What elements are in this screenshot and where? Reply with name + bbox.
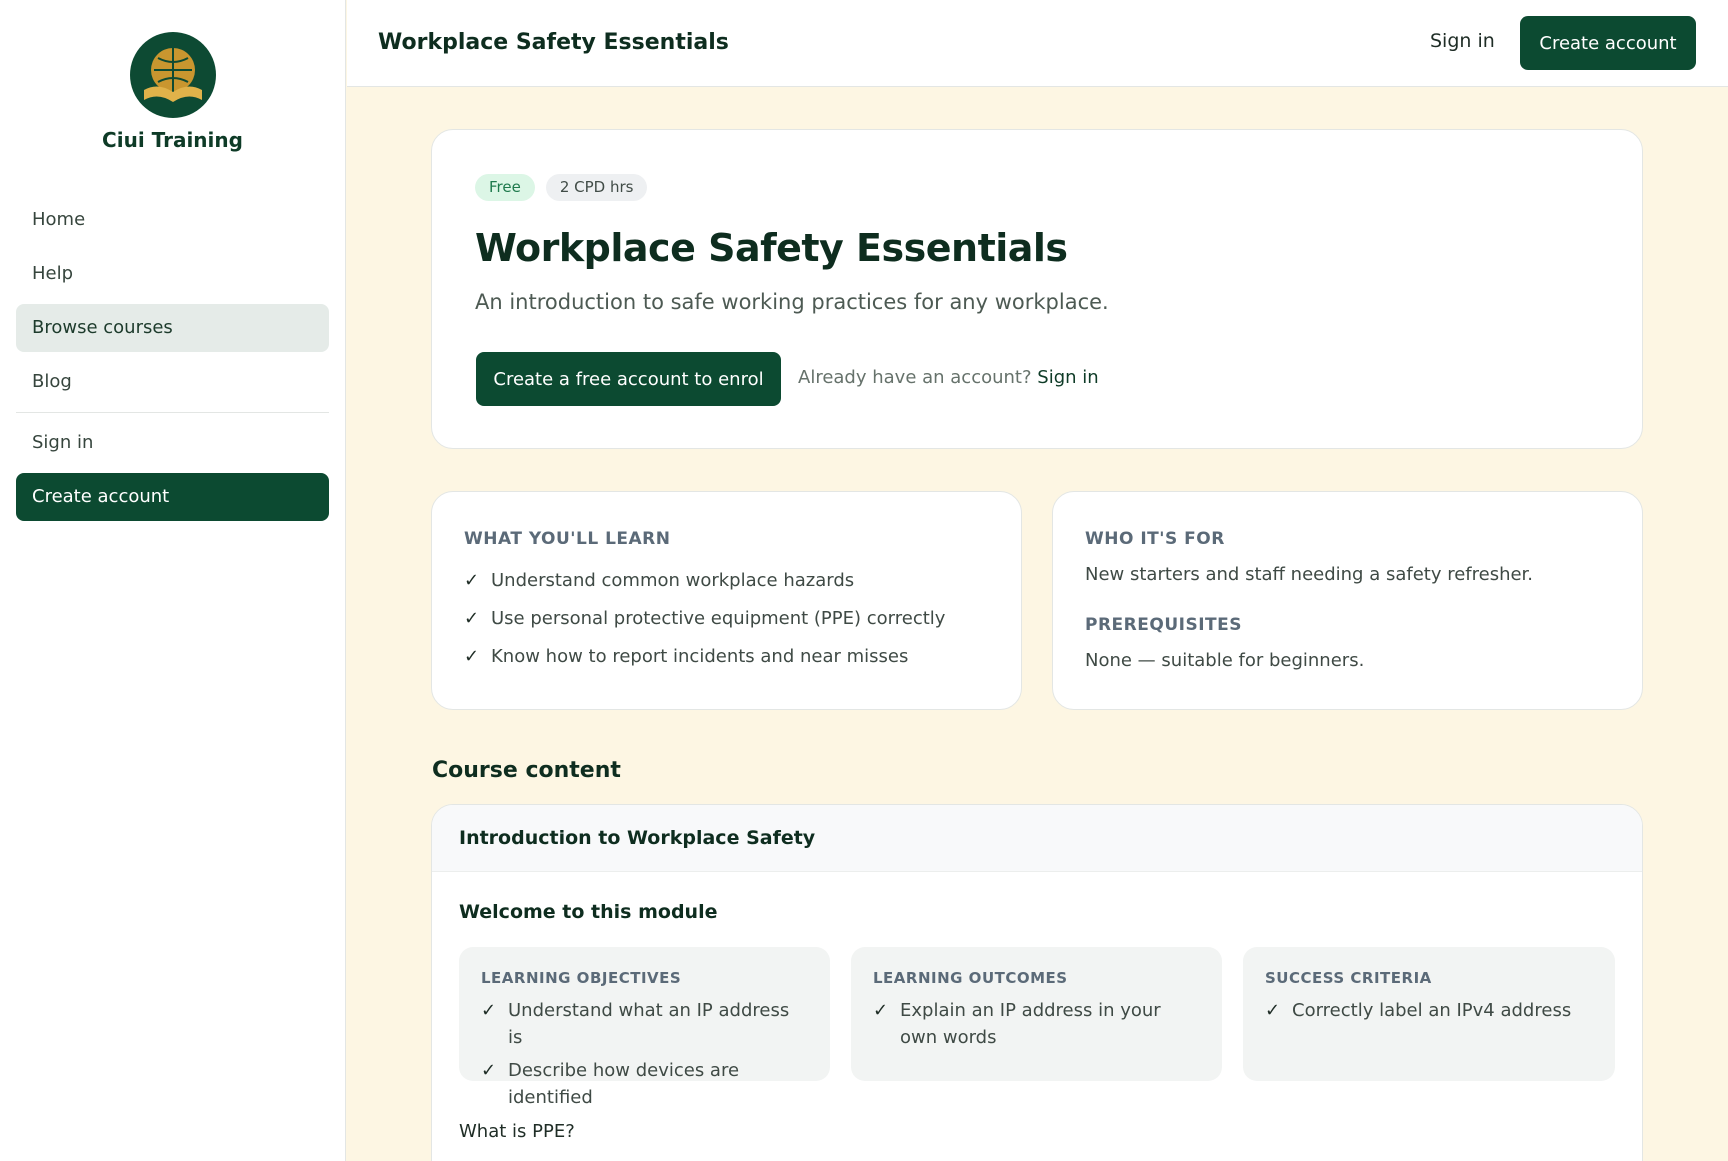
list-item: ✓ Explain an IP address in your own words <box>873 997 1200 1051</box>
list-item-text: Explain an IP address in your own words <box>900 1000 1161 1048</box>
sidebar-item-blog[interactable]: Blog <box>16 358 329 406</box>
already-account-label: Already have an account? <box>798 367 1032 388</box>
badges: Free 2 CPD hrs <box>475 174 648 201</box>
learning-outcomes-box: LEARNING OUTCOMES ✓ Explain an IP address… <box>851 947 1222 1081</box>
ppe-lesson-heading: What is PPE? <box>459 1121 575 1142</box>
nav-divider <box>16 412 329 413</box>
list-item-text: Describe how devices are identified <box>508 1060 740 1108</box>
already-account-text: Already have an account? Sign in <box>798 367 1099 388</box>
section-label: SUCCESS CRITERIA <box>1265 969 1432 987</box>
enrol-button[interactable]: Create a free account to enrol <box>476 352 781 406</box>
course-hero-card: Free 2 CPD hrs Workplace Safety Essentia… <box>431 129 1643 449</box>
globe-book-logo-icon <box>129 32 216 118</box>
list-item-text: Understand what an IP address is <box>508 1000 790 1048</box>
module-card: Introduction to Workplace Safety Welcome… <box>431 804 1643 1161</box>
list-item-text: Understand common workplace hazards <box>491 570 855 591</box>
sidebar-item-browse-courses[interactable]: Browse courses <box>16 304 329 352</box>
course-subtitle: An introduction to safe working practice… <box>475 290 1109 314</box>
list-item: ✓ Understand what an IP address is <box>481 997 808 1051</box>
prerequisites-text: None — suitable for beginners. <box>1085 650 1365 671</box>
list-item-text: Correctly label an IPv4 address <box>1292 1000 1572 1021</box>
list-item: ✓ Know how to report incidents and near m… <box>464 644 945 682</box>
learning-objectives-box: LEARNING OBJECTIVES ✓ Understand what an … <box>459 947 830 1108</box>
list-item-text: Know how to report incidents and near mi… <box>491 646 909 667</box>
module-header[interactable]: Introduction to Workplace Safety <box>432 805 1642 872</box>
cpd-hours-badge: 2 CPD hrs <box>545 174 648 201</box>
check-icon: ✓ <box>481 1060 497 1081</box>
what-youll-learn-card: WHAT YOU'LL LEARN ✓ Understand common wor… <box>431 491 1022 710</box>
check-icon: ✓ <box>481 1000 497 1021</box>
section-label: LEARNING OUTCOMES <box>873 969 1068 987</box>
learn-list: ✓ Understand common workplace hazards ✓ Us… <box>464 568 945 682</box>
course-content-heading: Course content <box>432 758 621 783</box>
hero-sign-in-link[interactable]: Sign in <box>1037 367 1098 388</box>
section-label: WHAT YOU'LL LEARN <box>464 529 671 549</box>
section-label: PREREQUISITES <box>1085 615 1242 635</box>
check-icon: ✓ <box>464 646 480 667</box>
list-item-text: Use personal protective equipment (PPE) … <box>491 608 946 629</box>
check-icon: ✓ <box>1265 1000 1281 1021</box>
section-label: WHO IT'S FOR <box>1085 529 1225 549</box>
sidebar-item-help[interactable]: Help <box>16 250 329 298</box>
brand[interactable]: Ciui Training <box>0 0 345 152</box>
sidebar-item-home[interactable]: Home <box>16 196 329 244</box>
brand-name: Ciui Training <box>102 128 243 152</box>
header-sign-in-link[interactable]: Sign in <box>1430 30 1495 52</box>
sidebar-nav: Home Help Browse courses Blog Sign in Cr… <box>16 196 329 527</box>
check-icon: ✓ <box>464 570 480 591</box>
course-title: Workplace Safety Essentials <box>475 226 1068 270</box>
free-badge: Free <box>475 174 535 201</box>
list-item: ✓ Correctly label an IPv4 address <box>1265 997 1593 1024</box>
header-create-account-button[interactable]: Create account <box>1520 16 1696 70</box>
audience-text: New starters and staff needing a safety … <box>1085 564 1534 585</box>
check-icon: ✓ <box>464 608 480 629</box>
success-criteria-box: SUCCESS CRITERIA ✓ Correctly label an IPv… <box>1243 947 1615 1081</box>
sidebar: Ciui Training Home Help Browse courses B… <box>0 0 346 1161</box>
sidebar-item-sign-in[interactable]: Sign in <box>16 419 329 467</box>
check-icon: ✓ <box>873 1000 889 1021</box>
list-item: ✓ Use personal protective equipment (PPE)… <box>464 606 945 644</box>
list-item: ✓ Describe how devices are identified <box>481 1057 808 1111</box>
who-its-for-card: WHO IT'S FOR New starters and staff need… <box>1052 491 1643 710</box>
top-header: Workplace Safety Essentials Sign in Crea… <box>347 0 1728 87</box>
page-title: Workplace Safety Essentials <box>378 30 729 55</box>
module-welcome-heading: Welcome to this module <box>459 901 718 923</box>
sidebar-item-create-account[interactable]: Create account <box>16 473 329 521</box>
list-item: ✓ Understand common workplace hazards <box>464 568 945 606</box>
section-label: LEARNING OBJECTIVES <box>481 969 682 987</box>
